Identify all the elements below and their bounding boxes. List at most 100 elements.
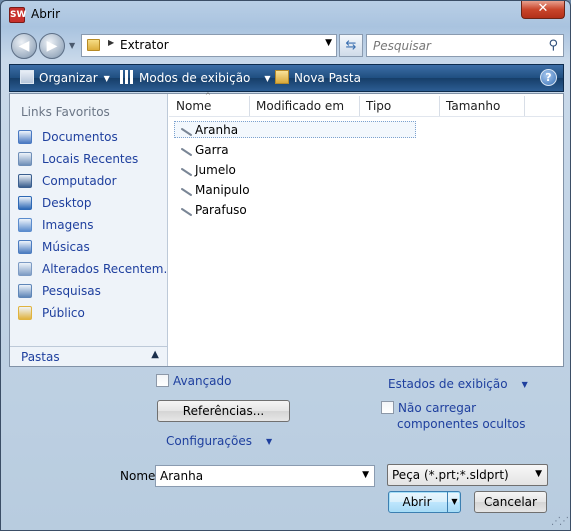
column-header-modified[interactable]: Modificado em (256, 99, 344, 113)
display-states-dropdown[interactable]: Estados de exibição ▼ (388, 377, 528, 391)
sidebar-item[interactable]: Músicas (16, 236, 166, 258)
sidebar-item[interactable]: Pesquisas (16, 280, 166, 302)
file-name: Manipulo (195, 183, 250, 197)
pictures-icon (18, 218, 32, 232)
forward-button[interactable]: ▶ (39, 33, 65, 59)
file-list: Aranha Garra Jumelo Manipulo Parafuso (173, 120, 563, 220)
file-row[interactable]: Parafuso (173, 200, 563, 220)
hidden-components-checkbox[interactable]: Não carregar componentes ocultos (381, 400, 526, 432)
file-name: Aranha (195, 123, 239, 137)
part-icon (181, 204, 193, 216)
configurations-dropdown[interactable]: Configurações ▼ (166, 434, 272, 448)
help-icon[interactable]: ? (540, 69, 557, 86)
new-folder-label: Nova Pasta (294, 71, 361, 85)
search-icon[interactable]: ⚲ (548, 38, 558, 53)
search-placeholder: Pesquisar (373, 39, 431, 53)
folders-toggle[interactable]: Pastas ▲ (10, 346, 167, 366)
column-header-size[interactable]: Tamanho (446, 99, 500, 113)
display-states-label: Estados de exibição (388, 377, 508, 391)
part-icon (181, 164, 193, 176)
favorite-links-list: Documentos Locais Recentes Computador Deskt… (16, 126, 166, 324)
views-icon (120, 70, 134, 84)
column-divider[interactable] (249, 96, 250, 116)
organize-button[interactable]: Organizar ▼ (20, 70, 110, 85)
documents-icon (18, 130, 32, 144)
sort-ascending-icon: ^ (205, 92, 211, 100)
desktop-icon (18, 196, 32, 210)
recent-pages-dropdown-icon[interactable]: ▼ (69, 41, 77, 50)
open-button[interactable]: Abrir ▼ (388, 491, 461, 513)
file-row[interactable]: Jumelo (173, 160, 563, 180)
views-label: Modos de exibição (139, 71, 251, 85)
column-header-type[interactable]: Tipo (366, 99, 391, 113)
recently-changed-icon (18, 262, 32, 276)
part-icon (181, 124, 193, 136)
file-name: Garra (195, 143, 229, 157)
back-button[interactable]: ◀ (11, 33, 37, 59)
navigation-pane: Links Favoritos Documentos Locais Recente… (10, 94, 168, 366)
sidebar-item[interactable]: Imagens (16, 214, 166, 236)
sidebar-item-label: Desktop (42, 196, 92, 210)
column-divider[interactable] (439, 96, 440, 116)
public-folder-icon (18, 306, 32, 320)
open-button-label[interactable]: Abrir (389, 492, 445, 512)
chevron-down-icon[interactable]: ▼ (535, 469, 542, 479)
file-row[interactable]: Aranha (173, 120, 563, 140)
open-options-dropdown-icon[interactable]: ▼ (449, 492, 460, 512)
sidebar-item[interactable]: Computador (16, 170, 166, 192)
sidebar-item-label: Locais Recentes (42, 152, 139, 166)
hidden-components-label-line2: componentes ocultos (397, 417, 526, 431)
cancel-button[interactable]: Cancelar (474, 491, 547, 513)
column-headers: Nome ^ Modificado em Tipo Tamanho (169, 92, 563, 117)
breadcrumb-arrow-icon[interactable]: ▶ (108, 38, 114, 47)
file-name-label: Nome: (120, 469, 160, 483)
file-row[interactable]: Manipulo (173, 180, 563, 200)
address-dropdown-icon[interactable]: ▼ (325, 38, 332, 48)
split-divider (447, 492, 448, 512)
new-folder-button[interactable]: Nova Pasta (275, 70, 361, 85)
column-header-name[interactable]: Nome (176, 99, 211, 113)
open-dialog-window: SW Abrir ✕ ◀ ▶ ▼ ▶ Extrator ▼ ⇆ Pesquisa… (0, 0, 571, 531)
close-button[interactable]: ✕ (521, 1, 565, 19)
chevron-down-icon: ▼ (264, 74, 271, 83)
file-list-pane: Nome ^ Modificado em Tipo Tamanho Aranha… (169, 92, 563, 366)
sidebar-item[interactable]: Público (16, 302, 166, 324)
folders-label: Pastas (21, 350, 60, 364)
sidebar-item[interactable]: Documentos (16, 126, 166, 148)
advanced-checkbox[interactable]: Avançado (156, 374, 231, 388)
column-divider[interactable] (524, 96, 525, 116)
folder-icon (87, 39, 100, 51)
sidebar-item[interactable]: Alterados Recentem... (16, 258, 166, 280)
search-input[interactable]: Pesquisar ⚲ (366, 34, 564, 57)
browser-panes: Links Favoritos Documentos Locais Recente… (9, 92, 564, 367)
file-type-select[interactable]: Peça (*.prt;*.sldprt) ▼ (387, 464, 548, 486)
sidebar-item-label: Pesquisas (42, 284, 101, 298)
address-row: ◀ ▶ ▼ ▶ Extrator ▼ ⇆ Pesquisar ⚲ (9, 31, 564, 61)
sidebar-item-label: Alterados Recentem... (42, 262, 166, 276)
file-name-input[interactable]: Aranha ▼ (155, 465, 375, 487)
chevron-down-icon: ▼ (103, 74, 110, 83)
file-type-value: Peça (*.prt;*.sldprt) (392, 468, 509, 482)
file-row[interactable]: Garra (173, 140, 563, 160)
sidebar-item-label: Documentos (42, 130, 118, 144)
file-name-value[interactable]: Aranha (160, 469, 203, 483)
checkbox-box[interactable] (156, 374, 169, 387)
references-button[interactable]: Referências... (157, 400, 290, 422)
sidebar-item[interactable]: Desktop (16, 192, 166, 214)
views-button[interactable]: Modos de exibição ▼ (120, 70, 271, 85)
chevron-down-icon[interactable]: ▼ (362, 470, 369, 480)
checkbox-box[interactable] (381, 401, 394, 414)
favorite-links-header: Links Favoritos (21, 105, 110, 119)
searches-icon (18, 284, 32, 298)
refresh-button[interactable]: ⇆ (339, 34, 363, 57)
sidebar-item[interactable]: Locais Recentes (16, 148, 166, 170)
advanced-label: Avançado (173, 374, 232, 388)
window-title: Abrir (31, 7, 61, 21)
address-bar[interactable]: ▶ Extrator ▼ (81, 34, 337, 57)
recent-places-icon (18, 152, 32, 166)
title-bar[interactable]: SW Abrir ✕ (1, 1, 570, 29)
solidworks-app-icon: SW (9, 7, 26, 23)
column-divider[interactable] (359, 96, 360, 116)
resize-grip-icon[interactable]: ⋰⋰ (551, 516, 569, 527)
breadcrumb-current[interactable]: Extrator (120, 38, 169, 52)
